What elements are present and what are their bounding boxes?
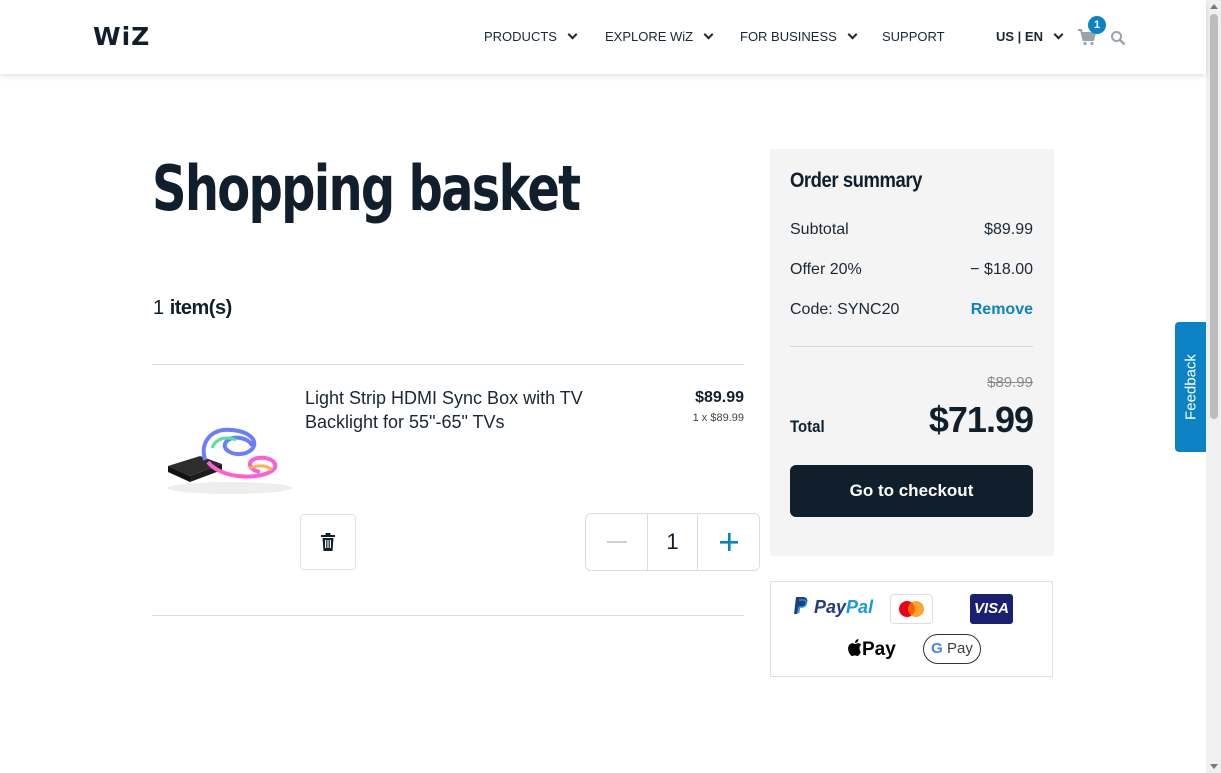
scroll-up-arrow-icon[interactable] xyxy=(1210,4,1218,9)
nav-products[interactable]: PRODUCTS xyxy=(484,29,578,44)
nav-for-business[interactable]: FOR BUSINESS xyxy=(740,29,858,44)
subtotal-value: $89.99 xyxy=(984,221,1033,238)
minus-icon xyxy=(606,541,627,543)
site-header: WiZ PRODUCTS EXPLORE WiZ FOR BUSINESS SU… xyxy=(0,0,1206,74)
order-summary: Order summary Subtotal $89.99 Offer 20% … xyxy=(770,149,1054,556)
nav-support-label: SUPPORT xyxy=(882,29,945,44)
product-image[interactable] xyxy=(160,408,300,498)
cart-count-badge: 1 xyxy=(1088,16,1106,34)
offer-value: − $18.00 xyxy=(970,261,1033,278)
decrease-quantity-button[interactable] xyxy=(586,514,648,570)
product-name[interactable]: Light Strip HDMI Sync Box with TV Backli… xyxy=(305,386,605,434)
remove-code-link[interactable]: Remove xyxy=(971,301,1033,319)
feedback-label: Feedback xyxy=(1182,354,1199,420)
nav-explore-wiz[interactable]: EXPLORE WiZ xyxy=(605,29,714,44)
chevron-down-icon xyxy=(703,29,714,40)
nav-business-label: FOR BUSINESS xyxy=(740,29,837,44)
search-icon[interactable] xyxy=(1110,30,1126,46)
feedback-tab[interactable]: Feedback xyxy=(1175,322,1206,452)
page-title: Shopping basket xyxy=(152,152,581,225)
divider xyxy=(152,364,744,365)
total-value: $71.99 xyxy=(928,399,1034,440)
nav-products-label: PRODUCTS xyxy=(484,29,557,44)
visa-logo: VISA xyxy=(970,594,1013,624)
mastercard-logo xyxy=(890,594,933,624)
summary-divider xyxy=(790,346,1033,347)
locale-selector[interactable]: US | EN xyxy=(996,29,1064,44)
summary-row-code: Code: SYNC20 Remove xyxy=(790,301,1033,319)
payment-methods: PayPal VISA Pay G Pay xyxy=(770,581,1053,677)
summary-row-offer: Offer 20% − $18.00 xyxy=(790,261,1033,279)
page-scrollbar[interactable] xyxy=(1206,0,1221,773)
apple-pay-text: Pay xyxy=(862,639,896,660)
chevron-down-icon xyxy=(1053,29,1064,40)
paypal-logo: PayPal xyxy=(793,596,873,618)
google-pay-logo: G Pay xyxy=(923,634,981,664)
apple-icon xyxy=(848,639,862,656)
summary-row-subtotal: Subtotal $89.99 xyxy=(790,221,1033,239)
item-count-label: item(s) xyxy=(169,297,233,319)
total-label: Total xyxy=(790,417,825,436)
original-total: $89.99 xyxy=(987,374,1033,391)
nav-explore-label: EXPLORE WiZ xyxy=(605,29,694,44)
go-to-checkout-button[interactable]: Go to checkout xyxy=(790,465,1033,517)
remove-item-button[interactable] xyxy=(300,514,356,570)
scroll-down-arrow-icon[interactable] xyxy=(1210,764,1218,769)
item-count-number: 1 xyxy=(153,297,165,319)
locale-label: US | EN xyxy=(996,29,1043,44)
promo-code-label: Code: SYNC20 xyxy=(790,301,900,318)
google-g-icon: G xyxy=(931,640,943,657)
offer-label: Offer 20% xyxy=(790,261,862,278)
divider xyxy=(152,615,744,616)
chevron-down-icon xyxy=(567,29,578,40)
chevron-down-icon xyxy=(847,29,858,40)
increase-quantity-button[interactable] xyxy=(698,514,759,570)
quantity-stepper: 1 xyxy=(585,513,760,571)
item-count: 1 item(s) xyxy=(153,297,232,320)
apple-pay-logo: Pay xyxy=(848,639,896,661)
paypal-text-b: Pal xyxy=(846,597,874,617)
nav-support[interactable]: SUPPORT xyxy=(882,29,945,44)
mastercard-icon xyxy=(899,601,924,617)
product-price: $89.99 xyxy=(695,389,744,406)
plus-icon xyxy=(719,533,738,551)
google-pay-text: Pay xyxy=(946,640,973,657)
order-summary-title: Order summary xyxy=(790,169,922,192)
wiz-logo[interactable]: WiZ xyxy=(93,22,150,51)
subtotal-label: Subtotal xyxy=(790,221,849,238)
paypal-text-a: Pay xyxy=(814,597,847,617)
trash-icon xyxy=(321,533,335,551)
product-unit-price: 1 x $89.99 xyxy=(692,412,744,424)
quantity-value[interactable]: 1 xyxy=(648,514,698,570)
scrollbar-thumb[interactable] xyxy=(1210,14,1218,419)
paypal-icon xyxy=(794,597,808,614)
